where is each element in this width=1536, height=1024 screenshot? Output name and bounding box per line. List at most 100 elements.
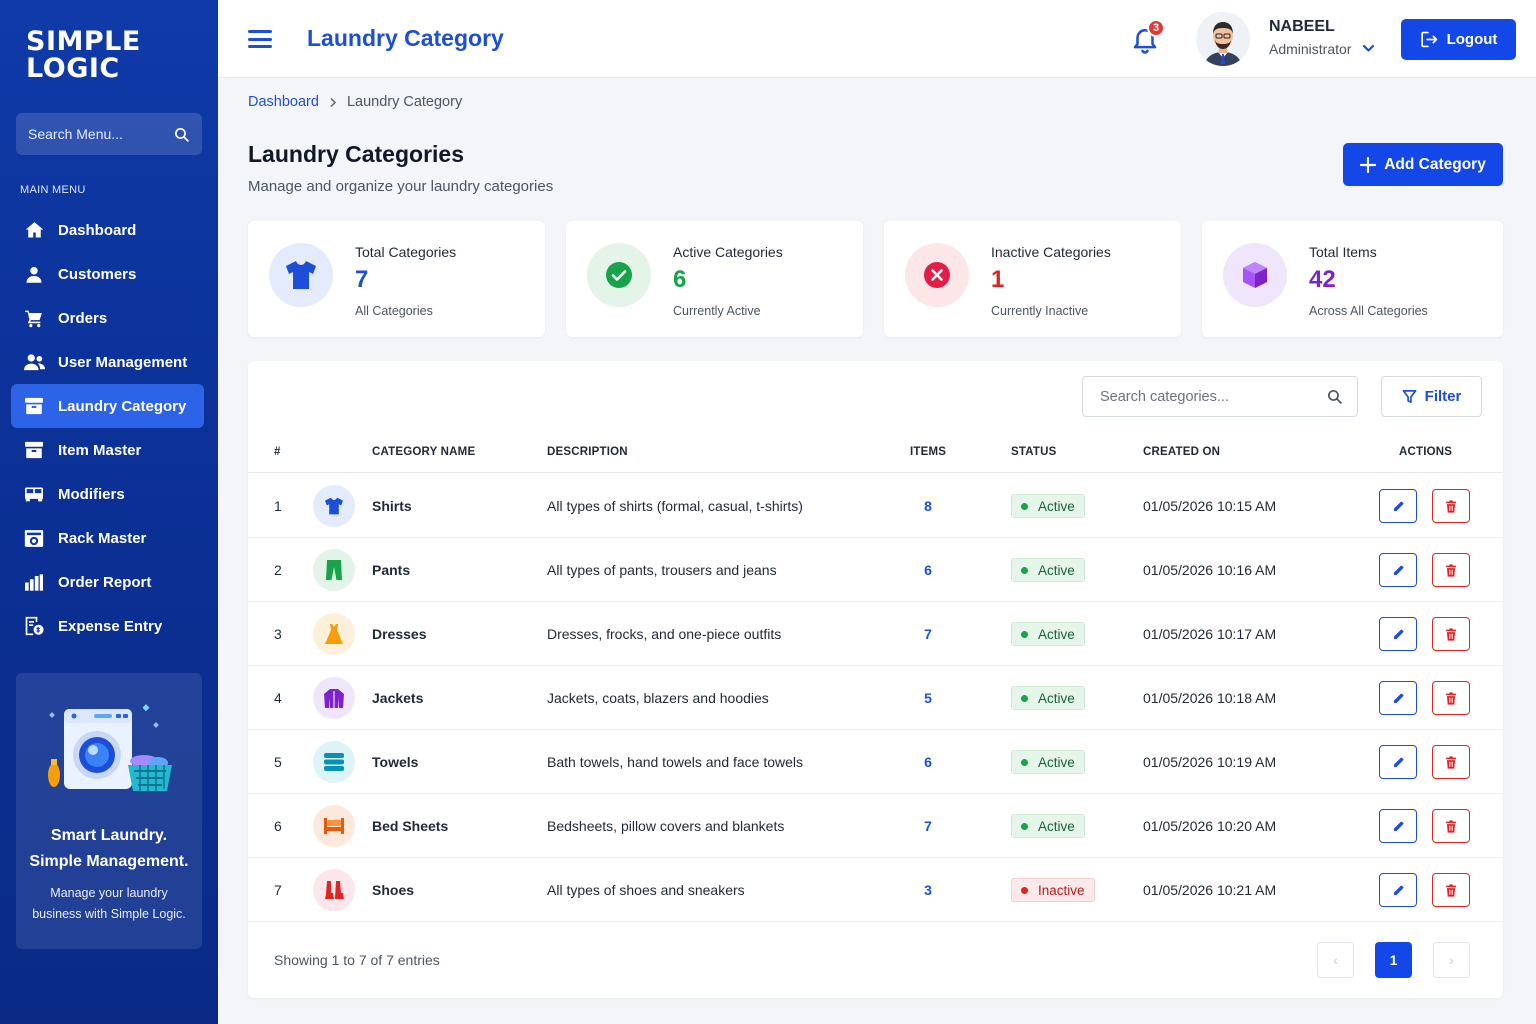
- sidebar-item-item-master[interactable]: Item Master: [11, 428, 204, 472]
- pencil-icon: [1393, 564, 1404, 575]
- category-items-count[interactable]: 7: [922, 602, 934, 666]
- column-header: CATEGORY NAME: [372, 446, 476, 458]
- row-number: 2: [274, 562, 282, 578]
- brand-line-2: LOGIC: [26, 53, 120, 84]
- status-badge: Active: [1011, 750, 1085, 774]
- menu-search-placeholder: Search Menu...: [28, 126, 123, 142]
- breadcrumb-home-link[interactable]: Dashboard: [248, 94, 319, 110]
- towel-icon: [313, 730, 355, 794]
- edit-button[interactable]: [1379, 681, 1417, 715]
- edit-button[interactable]: [1379, 553, 1417, 587]
- column-header: STATUS: [1011, 446, 1057, 458]
- shirt-icon: [269, 243, 333, 307]
- user-role[interactable]: Administrator: [1269, 41, 1351, 57]
- category-description: Bedsheets, pillow covers and blankets: [547, 818, 785, 834]
- status-cell: Active: [1011, 538, 1085, 602]
- edit-button[interactable]: [1379, 809, 1417, 843]
- delete-button[interactable]: [1432, 489, 1470, 523]
- hamburger-menu-button[interactable]: [248, 30, 272, 48]
- delete-button[interactable]: [1432, 809, 1470, 843]
- edit-button[interactable]: [1379, 617, 1417, 651]
- stat-note: Across All Categories: [1309, 304, 1428, 318]
- filter-label: Filter: [1424, 388, 1462, 405]
- stat-label: Active Categories: [673, 244, 783, 260]
- logout-button[interactable]: Logout: [1401, 19, 1516, 60]
- status-badge: Active: [1011, 686, 1085, 710]
- top-header: Laundry Category 3 NABEEL Administrator …: [218, 0, 1536, 78]
- sidebar-item-label: Modifiers: [58, 485, 125, 503]
- add-category-button[interactable]: Add Category: [1343, 143, 1503, 186]
- category-items-count[interactable]: 5: [922, 666, 934, 730]
- bar-chart-icon: [23, 571, 45, 593]
- filter-button[interactable]: Filter: [1381, 376, 1482, 417]
- table-row: 4 Jackets Jackets, coats, blazers and ho…: [248, 666, 1503, 730]
- category-name: Towels: [372, 754, 419, 770]
- avatar[interactable]: [1196, 12, 1250, 66]
- row-number: 5: [274, 754, 282, 770]
- delete-button[interactable]: [1432, 681, 1470, 715]
- sidebar-item-order-report[interactable]: Order Report: [11, 560, 204, 604]
- promo-title-line-2: Simple Management.: [29, 853, 189, 870]
- brand-logo[interactable]: SIMPLE LOGIC: [26, 28, 141, 82]
- delete-button[interactable]: [1432, 873, 1470, 907]
- category-description: All types of shirts (formal, casual, t-s…: [547, 498, 803, 514]
- sidebar-item-customers[interactable]: Customers: [11, 252, 204, 296]
- sidebar-item-label: Orders: [58, 309, 108, 327]
- status-text: Active: [1038, 754, 1075, 770]
- category-description: Jackets, coats, blazers and hoodies: [547, 690, 769, 706]
- trash-icon: [1446, 691, 1456, 705]
- category-search-input[interactable]: Search categories...: [1082, 376, 1358, 417]
- category-name: Bed Sheets: [372, 818, 449, 834]
- menu-search-input[interactable]: Search Menu...: [16, 113, 202, 155]
- notification-badge: 3: [1147, 19, 1165, 37]
- filter-icon: [1402, 390, 1417, 403]
- category-name: Dresses: [372, 626, 427, 642]
- table-row: 2 Pants All types of pants, trousers and…: [248, 538, 1503, 602]
- sidebar-item-orders[interactable]: Orders: [11, 296, 204, 340]
- stat-value: 6: [673, 266, 687, 293]
- stat-label: Total Items: [1309, 244, 1377, 260]
- delete-button[interactable]: [1432, 745, 1470, 779]
- delete-button[interactable]: [1432, 553, 1470, 587]
- pagination-next-button[interactable]: ›: [1433, 942, 1470, 978]
- status-badge: Active: [1011, 558, 1085, 582]
- sidebar-item-user-management[interactable]: User Management: [11, 340, 204, 384]
- pagination-prev-button[interactable]: ‹: [1317, 942, 1354, 978]
- table-row: 7 Shoes All types of shoes and sneakers …: [248, 858, 1503, 922]
- row-actions: [1379, 538, 1470, 602]
- category-search-placeholder: Search categories...: [1100, 388, 1229, 405]
- sidebar-item-rack-master[interactable]: Rack Master: [11, 516, 204, 560]
- promo-title: Smart Laundry. Simple Management.: [16, 823, 202, 875]
- chevron-down-icon[interactable]: [1362, 44, 1375, 53]
- sidebar-item-dashboard[interactable]: Dashboard: [11, 208, 204, 252]
- category-items-count[interactable]: 6: [922, 730, 934, 794]
- sidebar-item-modifiers[interactable]: Modifiers: [11, 472, 204, 516]
- table-row: 3 Dresses Dresses, frocks, and one-piece…: [248, 602, 1503, 666]
- delete-button[interactable]: [1432, 617, 1470, 651]
- sidebar-item-laundry-category[interactable]: Laundry Category: [11, 384, 204, 428]
- add-category-label: Add Category: [1384, 155, 1486, 173]
- row-actions: [1379, 474, 1470, 538]
- box-icon: [23, 395, 45, 417]
- status-text: Active: [1038, 818, 1075, 834]
- stat-value: 7: [355, 266, 369, 293]
- category-items-count[interactable]: 8: [922, 474, 934, 538]
- status-cell: Active: [1011, 666, 1085, 730]
- promo-card: Smart Laundry. Simple Management. Manage…: [16, 673, 202, 949]
- edit-button[interactable]: [1379, 873, 1417, 907]
- pencil-icon: [1393, 500, 1404, 511]
- edit-button[interactable]: [1379, 489, 1417, 523]
- category-items-count[interactable]: 6: [922, 538, 934, 602]
- row-actions: [1379, 602, 1470, 666]
- pagination-page-button[interactable]: 1: [1375, 942, 1412, 978]
- sidebar-item-expense-entry[interactable]: Expense Entry: [11, 604, 204, 648]
- bed-icon: [313, 794, 355, 858]
- edit-button[interactable]: [1379, 745, 1417, 779]
- category-items-count[interactable]: 3: [922, 858, 934, 922]
- status-cell: Inactive: [1011, 858, 1095, 922]
- user-name[interactable]: NABEEL: [1269, 18, 1335, 36]
- category-items-count[interactable]: 7: [922, 794, 934, 858]
- category-name: Pants: [372, 562, 411, 578]
- trash-icon: [1446, 883, 1456, 897]
- sidebar-item-label: Order Report: [58, 573, 152, 591]
